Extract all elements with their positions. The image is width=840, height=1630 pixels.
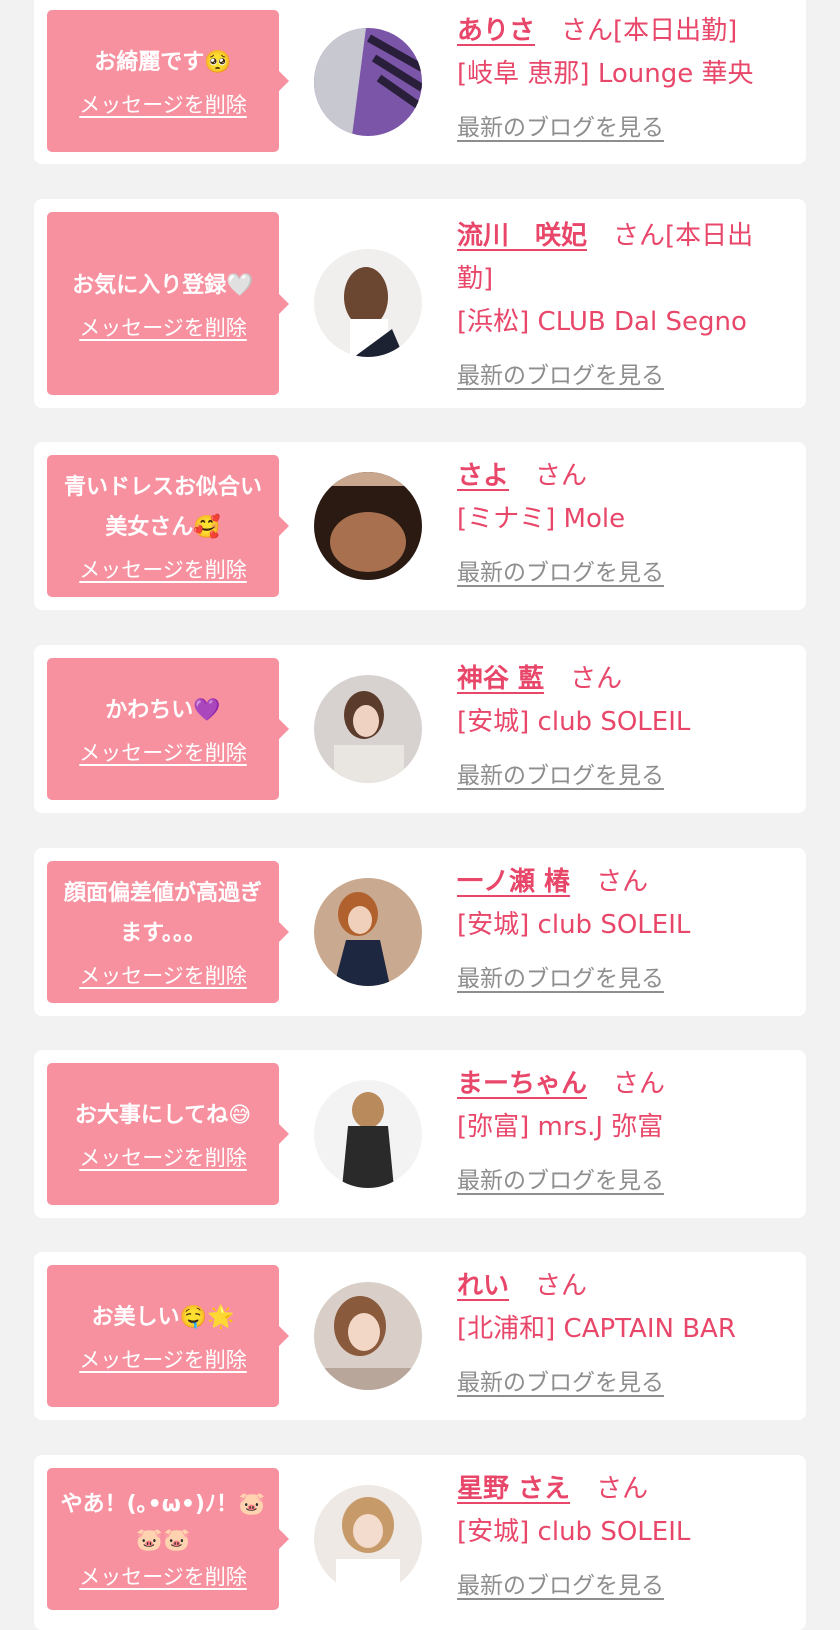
latest-blog-link[interactable]: 最新のブログを見る <box>457 108 664 142</box>
cast-name-link[interactable]: さよ <box>457 461 509 491</box>
shop-name: [弥富] mrs.J 弥富 <box>457 1112 664 1142</box>
shop-name: [浜松] CLUB Dal Segno <box>457 307 747 337</box>
message-text: お綺麗です🥺 <box>94 50 232 75</box>
avatar-photo-icon <box>314 249 422 357</box>
delete-message-link[interactable]: メッセージを削除 <box>79 554 247 584</box>
favorite-card: お美しい🤤🌟 メッセージを削除 れい さん [北浦和] CAPTAIN BAR … <box>34 1252 806 1420</box>
avatar-photo-icon <box>314 472 422 580</box>
message-text: お気に入り登録🤍 <box>72 272 254 298</box>
cast-suffix: さん <box>570 664 623 694</box>
shop-name: [岐阜 恵那] Lounge 華央 <box>457 59 754 89</box>
cast-name-link[interactable]: 神谷 藍 <box>457 664 544 694</box>
shop-name: [安城] club SOLEIL <box>457 1517 691 1547</box>
latest-blog-link[interactable]: 最新のブログを見る <box>457 553 664 587</box>
cast-suffix: さん <box>596 867 649 897</box>
message-bubble: やあ！(｡•ω•)ﾉ！🐷🐷🐷 メッセージを削除 <box>47 1468 289 1610</box>
cast-info: まーちゃん さん [弥富] mrs.J 弥富 最新のブログを見る <box>457 1063 787 1195</box>
delete-message-link[interactable]: メッセージを削除 <box>79 737 247 767</box>
delete-message-link[interactable]: メッセージを削除 <box>79 1344 247 1374</box>
avatar-photo-icon <box>314 1485 422 1593</box>
delete-message-link[interactable]: メッセージを削除 <box>79 89 247 119</box>
latest-blog-link[interactable]: 最新のブログを見る <box>457 1161 664 1195</box>
cast-name-link[interactable]: まーちゃん <box>457 1069 587 1099</box>
latest-blog-link[interactable]: 最新のブログを見る <box>457 959 664 993</box>
avatar-photo-icon <box>314 28 422 136</box>
avatar[interactable] <box>314 1080 422 1188</box>
message-text: 顔面偏差値が高過ぎます。。。 <box>63 881 262 946</box>
favorite-card: かわちい💜 メッセージを削除 神谷 藍 さん [安城] club SOLEIL … <box>34 645 806 813</box>
favorite-card: やあ！(｡•ω•)ﾉ！🐷🐷🐷 メッセージを削除 星野 さえ さん [安城] cl… <box>34 1455 806 1630</box>
favorite-card: 青いドレスお似合い美女さん🥰 メッセージを削除 さよ さん [ミナミ] Mole… <box>34 442 806 610</box>
cast-name-link[interactable]: 星野 さえ <box>457 1474 570 1504</box>
cast-suffix: さん <box>535 1271 588 1301</box>
message-bubble: お大事にしてね😅 メッセージを削除 <box>47 1063 289 1205</box>
cast-suffix: さん <box>596 1474 649 1504</box>
avatar-photo-icon <box>314 1080 422 1188</box>
avatar[interactable] <box>314 28 422 136</box>
message-bubble: お美しい🤤🌟 メッセージを削除 <box>47 1265 289 1407</box>
cast-info: 一ノ瀬 椿 さん [安城] club SOLEIL 最新のブログを見る <box>457 861 787 993</box>
avatar[interactable] <box>314 1282 422 1390</box>
avatar[interactable] <box>314 1485 422 1593</box>
message-bubble: お綺麗です🥺 メッセージを削除 <box>47 10 289 152</box>
avatar[interactable] <box>314 878 422 986</box>
cast-suffix: さん <box>613 1069 666 1099</box>
cast-info: さよ さん [ミナミ] Mole 最新のブログを見る <box>457 455 787 587</box>
message-bubble: お気に入り登録🤍 メッセージを削除 <box>47 212 289 395</box>
message-bubble: かわちい💜 メッセージを削除 <box>47 658 289 800</box>
message-bubble: 青いドレスお似合い美女さん🥰 メッセージを削除 <box>47 455 289 597</box>
cast-name-link[interactable]: 流川 咲妃 <box>457 221 587 251</box>
favorites-list: お綺麗です🥺 メッセージを削除 ありさ さん[本日出勤] [岐阜 恵那] Lou… <box>0 0 840 1630</box>
message-text: やあ！(｡•ω•)ﾉ！🐷🐷🐷 <box>60 1492 266 1553</box>
delete-message-link[interactable]: メッセージを削除 <box>79 960 247 990</box>
delete-message-link[interactable]: メッセージを削除 <box>79 1561 247 1591</box>
delete-message-link[interactable]: メッセージを削除 <box>79 312 247 342</box>
avatar-photo-icon <box>314 1282 422 1390</box>
latest-blog-link[interactable]: 最新のブログを見る <box>457 356 664 390</box>
cast-suffix: さん[本日出勤] <box>561 16 738 46</box>
shop-name: [安城] club SOLEIL <box>457 910 691 940</box>
favorite-card: 顔面偏差値が高過ぎます。。。 メッセージを削除 一ノ瀬 椿 さん [安城] cl… <box>34 848 806 1016</box>
message-text: 青いドレスお似合い美女さん🥰 <box>63 475 262 540</box>
shop-name: [安城] club SOLEIL <box>457 707 691 737</box>
cast-name-link[interactable]: 一ノ瀬 椿 <box>457 867 570 897</box>
avatar[interactable] <box>314 249 422 357</box>
avatar[interactable] <box>314 675 422 783</box>
cast-name-link[interactable]: ありさ <box>457 16 535 46</box>
latest-blog-link[interactable]: 最新のブログを見る <box>457 1566 664 1600</box>
cast-info: 流川 咲妃 さん[本日出勤] [浜松] CLUB Dal Segno 最新のブロ… <box>457 215 787 390</box>
cast-info: 神谷 藍 さん [安城] club SOLEIL 最新のブログを見る <box>457 658 787 790</box>
message-bubble: 顔面偏差値が高過ぎます。。。 メッセージを削除 <box>47 861 289 1003</box>
cast-info: ありさ さん[本日出勤] [岐阜 恵那] Lounge 華央 最新のブログを見る <box>457 10 787 142</box>
avatar-photo-icon <box>314 675 422 783</box>
message-text: かわちい💜 <box>105 698 221 723</box>
cast-name-link[interactable]: れい <box>457 1271 509 1301</box>
avatar-photo-icon <box>314 878 422 986</box>
message-text: お大事にしてね😅 <box>74 1103 252 1128</box>
cast-info: 星野 さえ さん [安城] club SOLEIL 最新のブログを見る <box>457 1468 787 1600</box>
message-text: お美しい🤤🌟 <box>91 1305 235 1330</box>
shop-name: [北浦和] CAPTAIN BAR <box>457 1314 736 1344</box>
delete-message-link[interactable]: メッセージを削除 <box>79 1142 247 1172</box>
avatar[interactable] <box>314 472 422 580</box>
favorite-card: お気に入り登録🤍 メッセージを削除 流川 咲妃 さん[本日出勤] [浜松] CL… <box>34 199 806 408</box>
favorite-card: お大事にしてね😅 メッセージを削除 まーちゃん さん [弥富] mrs.J 弥富… <box>34 1050 806 1218</box>
latest-blog-link[interactable]: 最新のブログを見る <box>457 756 664 790</box>
cast-suffix: さん <box>535 461 588 491</box>
latest-blog-link[interactable]: 最新のブログを見る <box>457 1363 664 1397</box>
cast-info: れい さん [北浦和] CAPTAIN BAR 最新のブログを見る <box>457 1265 787 1397</box>
shop-name: [ミナミ] Mole <box>457 504 626 534</box>
favorite-card: お綺麗です🥺 メッセージを削除 ありさ さん[本日出勤] [岐阜 恵那] Lou… <box>34 0 806 164</box>
